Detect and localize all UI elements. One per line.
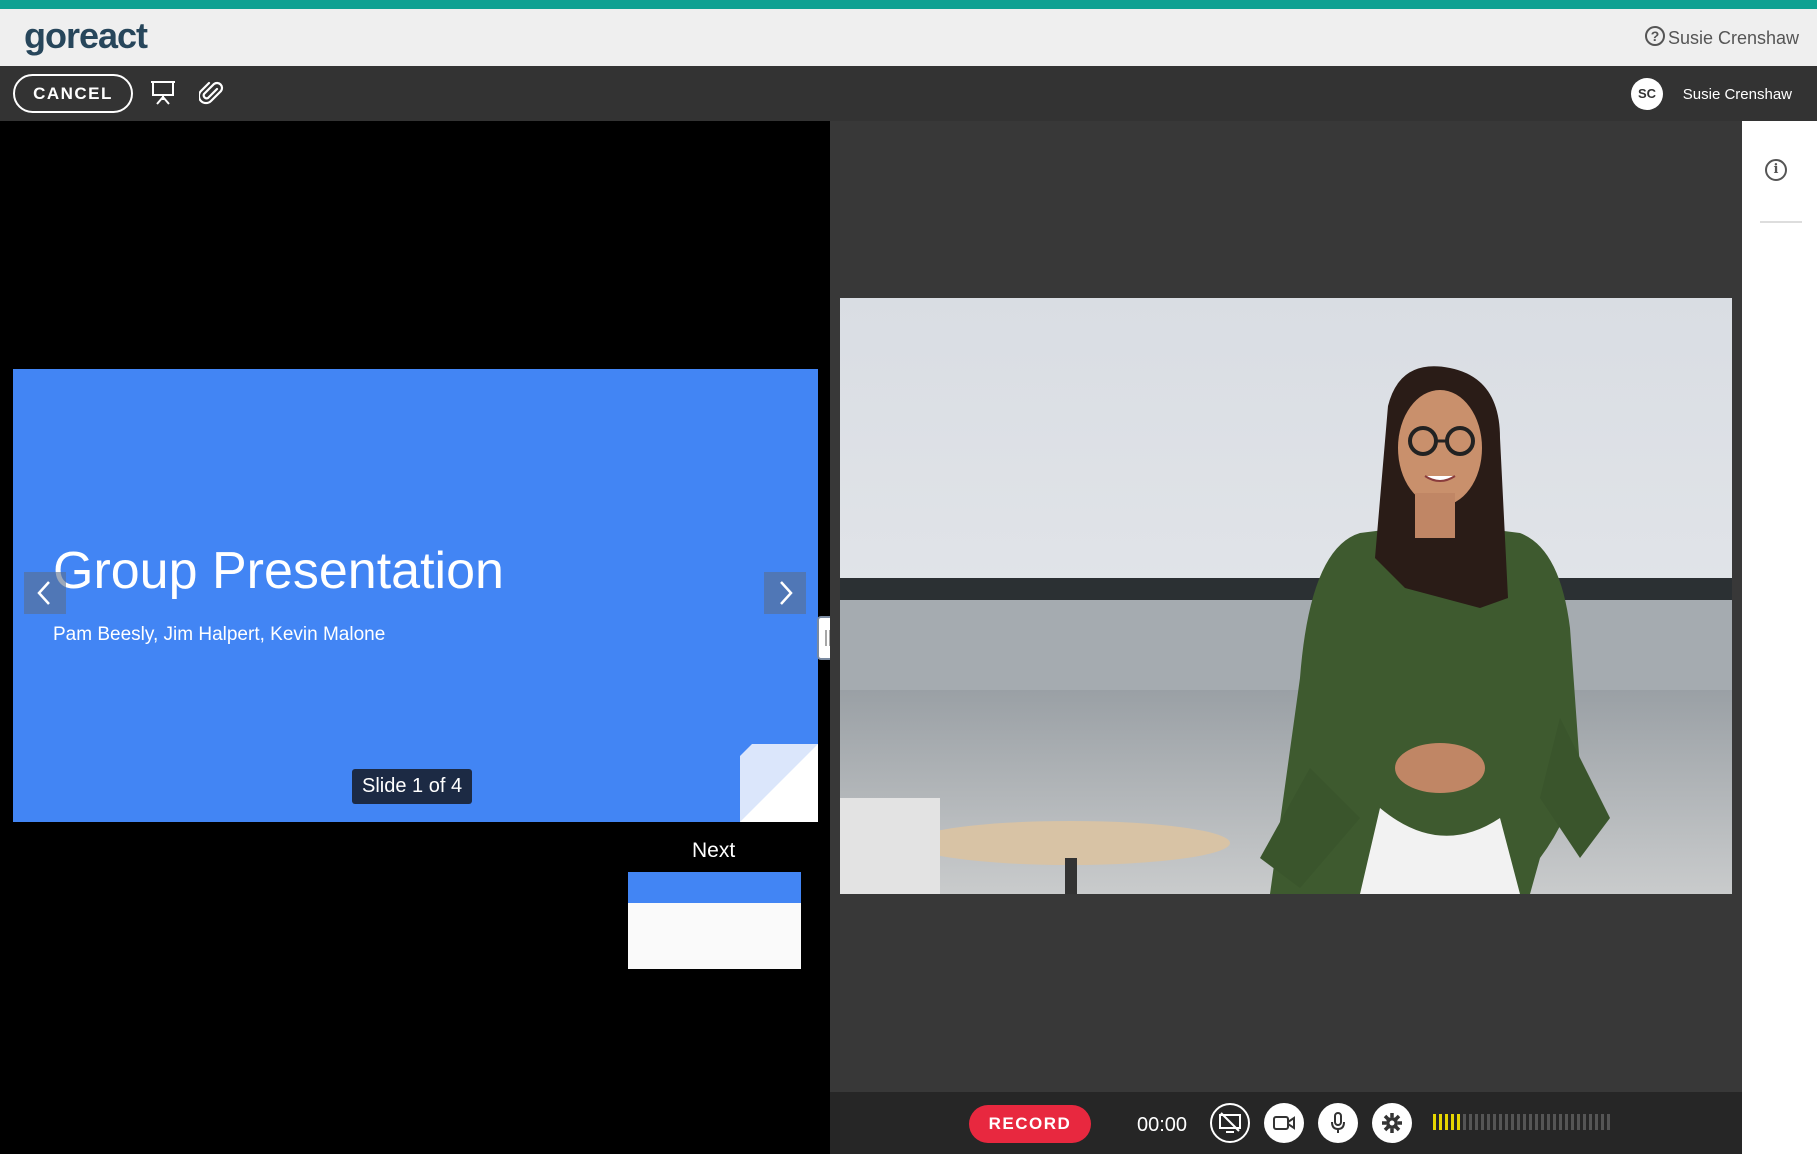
sidebar-divider xyxy=(1760,221,1802,223)
meter-bar xyxy=(1445,1114,1448,1130)
presentation-icon[interactable] xyxy=(151,79,175,110)
slide-corner-fold xyxy=(740,744,818,822)
webcam-video-preview xyxy=(840,298,1732,894)
meter-bar xyxy=(1481,1114,1484,1130)
microphone-icon xyxy=(1331,1112,1345,1133)
next-slide-button[interactable] xyxy=(764,572,806,614)
meter-bar xyxy=(1547,1114,1550,1130)
app-header: goreact ? Susie Crenshaw xyxy=(0,9,1817,66)
meter-bar xyxy=(1571,1114,1574,1130)
paperclip-icon[interactable] xyxy=(197,79,225,112)
camera-icon xyxy=(1273,1116,1295,1130)
meter-bar xyxy=(1559,1114,1562,1130)
meter-bar xyxy=(1535,1114,1538,1130)
meter-bar xyxy=(1607,1114,1610,1130)
recording-toolbar: CANCEL SC Susie Crenshaw xyxy=(0,66,1817,121)
recording-timer: 00:00 xyxy=(1137,1114,1188,1136)
meter-bar xyxy=(1511,1114,1514,1130)
header-user-name[interactable]: Susie Crenshaw xyxy=(1668,28,1799,49)
top-accent-bar xyxy=(0,0,1817,9)
microphone-button[interactable] xyxy=(1318,1103,1358,1143)
meter-bar xyxy=(1487,1114,1490,1130)
meter-bar xyxy=(1475,1114,1478,1130)
screen-share-off-button[interactable] xyxy=(1210,1103,1250,1143)
settings-button[interactable] xyxy=(1372,1103,1412,1143)
meter-bar xyxy=(1529,1114,1532,1130)
presentation-panel: Group Presentation Pam Beesly, Jim Halpe… xyxy=(0,121,830,1154)
meter-bar xyxy=(1493,1114,1496,1130)
meter-bar xyxy=(1439,1114,1442,1130)
right-sidebar: i xyxy=(1742,121,1817,1154)
audio-level-meter xyxy=(1433,1114,1610,1130)
info-icon[interactable]: i xyxy=(1765,159,1787,181)
meter-bar xyxy=(1469,1114,1472,1130)
slide-title: Group Presentation xyxy=(53,542,504,600)
chevron-left-icon xyxy=(37,581,50,605)
meter-bar xyxy=(1589,1114,1592,1130)
meter-bar xyxy=(1457,1114,1460,1130)
meter-bar xyxy=(1451,1114,1454,1130)
recording-controls: RECORD 00:00 xyxy=(830,1092,1742,1154)
record-button[interactable]: RECORD xyxy=(969,1105,1091,1143)
help-circle-icon[interactable]: ? xyxy=(1645,26,1665,46)
meter-bar xyxy=(1517,1114,1520,1130)
meter-bar xyxy=(1463,1114,1466,1130)
settings-icon xyxy=(1382,1113,1402,1133)
logo-text: goreact xyxy=(24,15,148,56)
slide-subtitle: Pam Beesly, Jim Halpert, Kevin Malone xyxy=(53,624,386,645)
thumbnail-header xyxy=(628,872,801,903)
meter-bar xyxy=(1523,1114,1526,1130)
meter-bar xyxy=(1541,1114,1544,1130)
avatar[interactable]: SC xyxy=(1631,78,1663,110)
meter-bar xyxy=(1565,1114,1568,1130)
next-slide-label: Next xyxy=(692,839,736,862)
meter-bar xyxy=(1601,1114,1604,1130)
toolbar-user-name[interactable]: Susie Crenshaw xyxy=(1683,86,1792,103)
meter-bar xyxy=(1583,1114,1586,1130)
next-slide-thumbnail[interactable] xyxy=(628,872,801,969)
meter-bar xyxy=(1505,1114,1508,1130)
slide-counter: Slide 1 of 4 xyxy=(352,769,473,804)
chevron-right-icon xyxy=(780,581,793,605)
meter-bar xyxy=(1499,1114,1502,1130)
cancel-button[interactable]: CANCEL xyxy=(13,74,133,113)
camera-button[interactable] xyxy=(1264,1103,1304,1143)
goreact-logo[interactable]: goreact xyxy=(24,15,148,57)
screen-share-off-icon xyxy=(1219,1112,1241,1133)
meter-bar xyxy=(1433,1114,1436,1130)
current-slide: Group Presentation Pam Beesly, Jim Halpe… xyxy=(13,369,818,822)
prev-slide-button[interactable] xyxy=(24,572,66,614)
meter-bar xyxy=(1577,1114,1580,1130)
meter-bar xyxy=(1553,1114,1556,1130)
meter-bar xyxy=(1595,1114,1598,1130)
